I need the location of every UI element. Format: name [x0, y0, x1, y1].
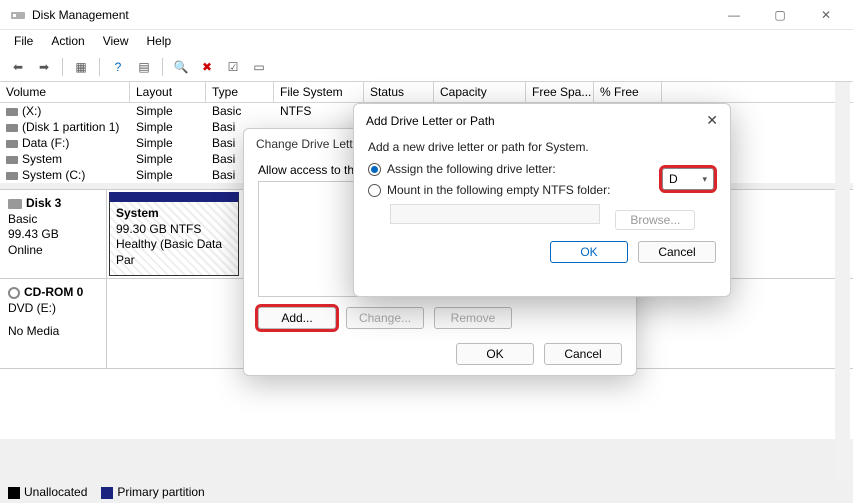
cd-icon — [8, 287, 20, 299]
partition-system[interactable]: System 99.30 GB NTFS Healthy (Basic Data… — [109, 192, 239, 276]
radio-icon — [368, 163, 381, 176]
search-icon[interactable]: 🔍 — [171, 57, 191, 77]
browse-button: Browse... — [615, 210, 695, 230]
menu-action[interactable]: Action — [43, 32, 92, 50]
toolbar: ⬅ ➡ ▦ ? ▤ 🔍 ✖ ☑ ▭ — [0, 52, 853, 82]
grid-icon[interactable]: ▦ — [71, 57, 91, 77]
menu-help[interactable]: Help — [139, 32, 180, 50]
menu-bar: File Action View Help — [0, 30, 853, 52]
col-layout[interactable]: Layout — [130, 82, 206, 102]
col-capacity[interactable]: Capacity — [434, 82, 526, 102]
folder-path-input — [390, 204, 600, 224]
dialog2-ok-button[interactable]: OK — [550, 241, 628, 263]
dialog2-message: Add a new drive letter or path for Syste… — [368, 137, 716, 159]
delete-icon[interactable]: ✖ — [197, 57, 217, 77]
remove-button[interactable]: Remove — [434, 307, 512, 329]
dialog1-cancel-button[interactable]: Cancel — [544, 343, 622, 365]
add-drive-letter-dialog: Add Drive Letter or Path ✕ Add a new dri… — [353, 103, 731, 297]
col-type[interactable]: Type — [206, 82, 274, 102]
col-freespace[interactable]: Free Spa... — [526, 82, 594, 102]
close-button[interactable]: ✕ — [803, 0, 849, 30]
maximize-button[interactable]: ▢ — [757, 0, 803, 30]
menu-view[interactable]: View — [95, 32, 137, 50]
window-title: Disk Management — [32, 8, 711, 22]
col-filesystem[interactable]: File System — [274, 82, 364, 102]
col-volume[interactable]: Volume — [0, 82, 130, 102]
change-button[interactable]: Change... — [346, 307, 424, 329]
back-icon[interactable]: ⬅ — [8, 57, 28, 77]
title-bar: Disk Management — ▢ ✕ — [0, 0, 853, 30]
radio-icon — [368, 184, 381, 197]
col-pctfree[interactable]: % Free — [594, 82, 662, 102]
app-icon — [10, 7, 26, 23]
chevron-down-icon: ▾ — [702, 174, 707, 185]
disk-icon — [8, 199, 22, 209]
dialog2-close-icon[interactable]: ✕ — [706, 112, 718, 129]
dialog2-title: Add Drive Letter or Path — [366, 114, 495, 128]
legend: Unallocated Primary partition — [8, 485, 205, 499]
drive-letter-select[interactable]: D ▾ — [662, 168, 714, 190]
volume-table-header: Volume Layout Type File System Status Ca… — [0, 82, 853, 103]
dialog2-cancel-button[interactable]: Cancel — [638, 241, 716, 263]
add-button[interactable]: Add... — [258, 307, 336, 329]
properties-icon[interactable]: ▭ — [249, 57, 269, 77]
dialog1-ok-button[interactable]: OK — [456, 343, 534, 365]
menu-file[interactable]: File — [6, 32, 41, 50]
col-status[interactable]: Status — [364, 82, 434, 102]
scrollbar[interactable] — [835, 82, 850, 481]
help-icon[interactable]: ? — [108, 57, 128, 77]
panel-icon[interactable]: ▤ — [134, 57, 154, 77]
forward-icon[interactable]: ➡ — [34, 57, 54, 77]
minimize-button[interactable]: — — [711, 0, 757, 30]
check-icon[interactable]: ☑ — [223, 57, 243, 77]
